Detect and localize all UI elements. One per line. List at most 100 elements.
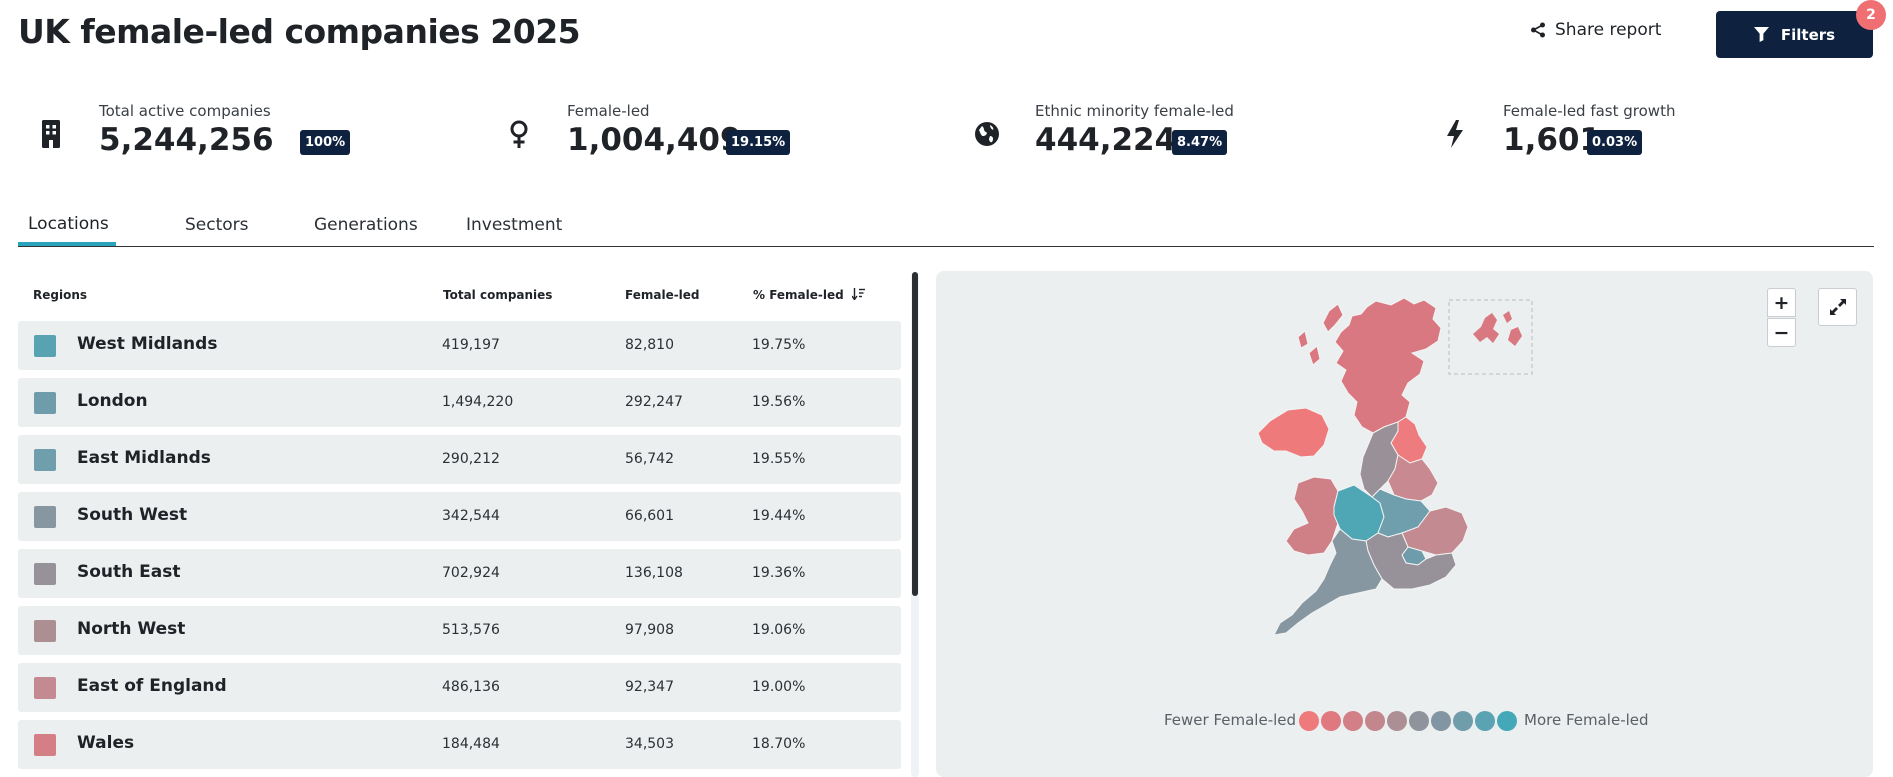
- region-name: East of England: [77, 676, 227, 696]
- tab-investment[interactable]: Investment: [466, 215, 562, 235]
- legend-high-label: More Female-led: [1524, 711, 1649, 729]
- tab-sectors[interactable]: Sectors: [185, 215, 249, 235]
- female-led-pct-cell: 19.75%: [752, 337, 806, 353]
- tab-generations[interactable]: Generations: [314, 215, 418, 235]
- column-header-female[interactable]: Female-led: [625, 288, 700, 302]
- map-region-northern-ireland: [1257, 407, 1330, 458]
- map-panel: [936, 271, 1873, 777]
- region-name: East Midlands: [77, 448, 211, 468]
- share-report-button[interactable]: Share report: [1530, 20, 1661, 40]
- table-row[interactable]: South East 702,924 136,108 19.36%: [18, 549, 901, 598]
- zoom-out-button[interactable]: −: [1767, 318, 1796, 347]
- table-row[interactable]: West Midlands 419,197 82,810 19.75%: [18, 321, 901, 370]
- legend-low-label: Fewer Female-led: [1164, 711, 1297, 729]
- total-companies-cell: 290,212: [442, 451, 500, 467]
- filters-button[interactable]: Filters: [1716, 11, 1873, 58]
- column-header-total[interactable]: Total companies: [443, 288, 552, 302]
- female-led-cell: 56,742: [625, 451, 674, 467]
- tab-bar: Locations Sectors Generations Investment: [18, 206, 1874, 247]
- share-icon: [1531, 22, 1545, 38]
- map-region-shetland: [1473, 311, 1522, 346]
- region-name: West Midlands: [77, 334, 218, 354]
- lightning-icon: [1447, 120, 1463, 148]
- stat-value: 444,224: [1035, 122, 1177, 158]
- female-led-pct-cell: 19.56%: [752, 394, 806, 410]
- region-name: South East: [77, 562, 181, 582]
- table-row[interactable]: East Midlands 290,212 56,742 19.55%: [18, 435, 901, 484]
- table-scrollbar-thumb[interactable]: [912, 272, 918, 596]
- table-row[interactable]: South West 342,544 66,601 19.44%: [18, 492, 901, 541]
- stat-percent-badge: 19.15%: [726, 130, 791, 155]
- table-row[interactable]: East of England 486,136 92,347 19.00%: [18, 663, 901, 712]
- stat-value: 5,244,256: [99, 122, 274, 158]
- table-row[interactable]: Wales 184,484 34,503 18.70%: [18, 720, 901, 769]
- total-companies-cell: 486,136: [442, 679, 500, 695]
- total-companies-cell: 342,544: [442, 508, 500, 524]
- female-led-pct-cell: 19.06%: [752, 622, 806, 638]
- filter-icon: [1753, 27, 1769, 42]
- total-companies-cell: 419,197: [442, 337, 500, 353]
- female-led-cell: 92,347: [625, 679, 674, 695]
- column-header-pct-label: % Female-led: [753, 288, 844, 302]
- tab-locations[interactable]: Locations: [28, 214, 109, 234]
- sort-desc-icon: [851, 288, 865, 301]
- stat-percent-badge: 8.47%: [1172, 130, 1228, 155]
- total-companies-cell: 702,924: [442, 565, 500, 581]
- page-title: UK female-led companies 2025: [18, 12, 581, 51]
- region-name: London: [77, 391, 148, 411]
- uk-map: [1257, 297, 1533, 636]
- female-led-pct-cell: 19.44%: [752, 508, 806, 524]
- stat-percent-badge: 0.03%: [1587, 130, 1643, 155]
- stat-percent-badge: 100%: [300, 130, 351, 155]
- female-led-pct-cell: 19.36%: [752, 565, 806, 581]
- region-name: Wales: [77, 733, 135, 753]
- region-color-swatch: [34, 620, 56, 642]
- stat-label: Ethnic minority female-led: [1035, 102, 1234, 120]
- region-color-swatch: [34, 335, 56, 357]
- legend-color-dot: [1409, 711, 1429, 731]
- share-report-label: Share report: [1555, 20, 1662, 40]
- stat-label: Female-led fast growth: [1503, 102, 1676, 120]
- region-color-swatch: [34, 734, 56, 756]
- zoom-in-button[interactable]: +: [1767, 288, 1796, 317]
- total-companies-cell: 513,576: [442, 622, 500, 638]
- table-row[interactable]: North West 513,576 97,908 19.06%: [18, 606, 901, 655]
- total-companies-cell: 1,494,220: [442, 394, 514, 410]
- total-companies-cell: 184,484: [442, 736, 500, 752]
- filters-count-badge: 2: [1856, 0, 1886, 30]
- column-header-pct[interactable]: % Female-led: [753, 288, 866, 302]
- legend-color-dot: [1453, 711, 1473, 731]
- table-row[interactable]: London 1,494,220 292,247 19.56%: [18, 378, 901, 427]
- legend-color-dot: [1475, 711, 1495, 731]
- female-led-cell: 136,108: [625, 565, 683, 581]
- region-color-swatch: [34, 449, 56, 471]
- stat-value: 1,004,409: [567, 122, 742, 158]
- female-led-cell: 292,247: [625, 394, 683, 410]
- female-led-cell: 34,503: [625, 736, 674, 752]
- building-icon: [42, 120, 60, 148]
- legend-color-dot: [1343, 711, 1363, 731]
- column-header-regions[interactable]: Regions: [33, 288, 87, 302]
- stat-label: Female-led: [567, 102, 650, 120]
- female-led-cell: 66,601: [625, 508, 674, 524]
- female-led-pct-cell: 18.70%: [752, 736, 806, 752]
- region-color-swatch: [34, 563, 56, 585]
- female-led-cell: 82,810: [625, 337, 674, 353]
- region-name: North West: [77, 619, 186, 639]
- legend-color-dot: [1321, 711, 1341, 731]
- filters-label: Filters: [1780, 25, 1836, 44]
- legend-color-dot: [1387, 711, 1407, 731]
- globe-icon: [975, 122, 999, 146]
- region-name: South West: [77, 505, 188, 525]
- legend-color-dot: [1299, 711, 1319, 731]
- region-color-swatch: [34, 392, 56, 414]
- map-region-wales: [1285, 476, 1339, 556]
- legend-color-dot: [1497, 711, 1517, 731]
- legend-color-dot: [1431, 711, 1451, 731]
- legend-color-dot: [1365, 711, 1385, 731]
- female-icon: [510, 120, 528, 148]
- fullscreen-button[interactable]: [1818, 288, 1857, 326]
- expand-icon: [1829, 299, 1846, 315]
- stat-label: Total active companies: [99, 102, 271, 120]
- active-tab-indicator: [18, 242, 116, 246]
